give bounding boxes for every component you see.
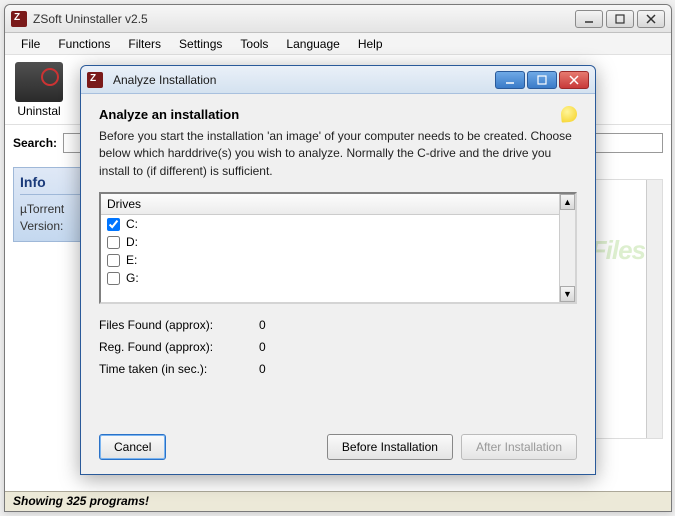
drive-checkbox-e[interactable] — [107, 254, 120, 267]
reg-found-label: Reg. Found (approx): — [99, 340, 259, 354]
dialog-maximize-button[interactable] — [527, 71, 557, 89]
files-found-value: 0 — [259, 318, 266, 332]
uninstall-icon — [15, 62, 63, 102]
info-title: Info — [20, 174, 84, 195]
menu-settings[interactable]: Settings — [171, 35, 230, 53]
dialog-minimize-button[interactable] — [495, 71, 525, 89]
dialog-heading: Analyze an installation — [99, 107, 239, 122]
cancel-button[interactable]: Cancel — [99, 434, 166, 460]
uninstall-button[interactable]: Uninstal — [15, 62, 63, 118]
dialog-app-icon — [87, 72, 103, 88]
time-taken-value: 0 — [259, 362, 266, 376]
drives-scrollbar[interactable]: ▲ ▼ — [559, 194, 575, 302]
lightbulb-icon — [560, 105, 577, 122]
app-icon — [11, 11, 27, 27]
drive-row-d[interactable]: D: — [101, 233, 559, 251]
dialog-close-button[interactable] — [559, 71, 589, 89]
scroll-down-icon[interactable]: ▼ — [560, 286, 575, 302]
info-line1: µTorrent — [20, 201, 84, 218]
drive-label: G: — [126, 271, 139, 285]
drives-header[interactable]: Drives — [101, 194, 559, 215]
drive-row-e[interactable]: E: — [101, 251, 559, 269]
statusbar: Showing 325 programs! — [5, 491, 671, 511]
menu-help[interactable]: Help — [350, 35, 391, 53]
main-titlebar: ZSoft Uninstaller v2.5 — [5, 5, 671, 33]
maximize-button[interactable] — [606, 10, 634, 28]
time-taken-label: Time taken (in sec.): — [99, 362, 259, 376]
drive-checkbox-g[interactable] — [107, 272, 120, 285]
drive-label: C: — [126, 217, 138, 231]
after-installation-button[interactable]: After Installation — [461, 434, 577, 460]
info-line2: Version: — [20, 218, 84, 235]
files-found-label: Files Found (approx): — [99, 318, 259, 332]
menu-filters[interactable]: Filters — [120, 35, 169, 53]
scroll-up-icon[interactable]: ▲ — [560, 194, 575, 210]
menu-tools[interactable]: Tools — [232, 35, 276, 53]
drive-row-g[interactable]: G: — [101, 269, 559, 287]
dialog-title: Analyze Installation — [113, 73, 495, 87]
drives-listbox: Drives C: D: E: G: ▲ — [99, 192, 577, 304]
scrollbar[interactable] — [646, 180, 662, 438]
drive-checkbox-d[interactable] — [107, 236, 120, 249]
uninstall-label: Uninstal — [17, 104, 60, 118]
menubar: File Functions Filters Settings Tools La… — [5, 33, 671, 55]
menu-functions[interactable]: Functions — [50, 35, 118, 53]
drive-checkbox-c[interactable] — [107, 218, 120, 231]
dialog-titlebar: Analyze Installation — [81, 66, 595, 94]
menu-language[interactable]: Language — [278, 35, 347, 53]
menu-file[interactable]: File — [13, 35, 48, 53]
drive-label: E: — [126, 253, 137, 267]
reg-found-value: 0 — [259, 340, 266, 354]
search-label: Search: — [13, 136, 57, 150]
minimize-button[interactable] — [575, 10, 603, 28]
drive-label: D: — [126, 235, 138, 249]
status-text: Showing 325 programs! — [13, 494, 149, 508]
dialog-description: Before you start the installation 'an im… — [99, 128, 577, 180]
before-installation-button[interactable]: Before Installation — [327, 434, 453, 460]
close-button[interactable] — [637, 10, 665, 28]
analyze-dialog: Analyze Installation Analyze an installa… — [80, 65, 596, 475]
main-window-title: ZSoft Uninstaller v2.5 — [33, 12, 575, 26]
drive-row-c[interactable]: C: — [101, 215, 559, 233]
